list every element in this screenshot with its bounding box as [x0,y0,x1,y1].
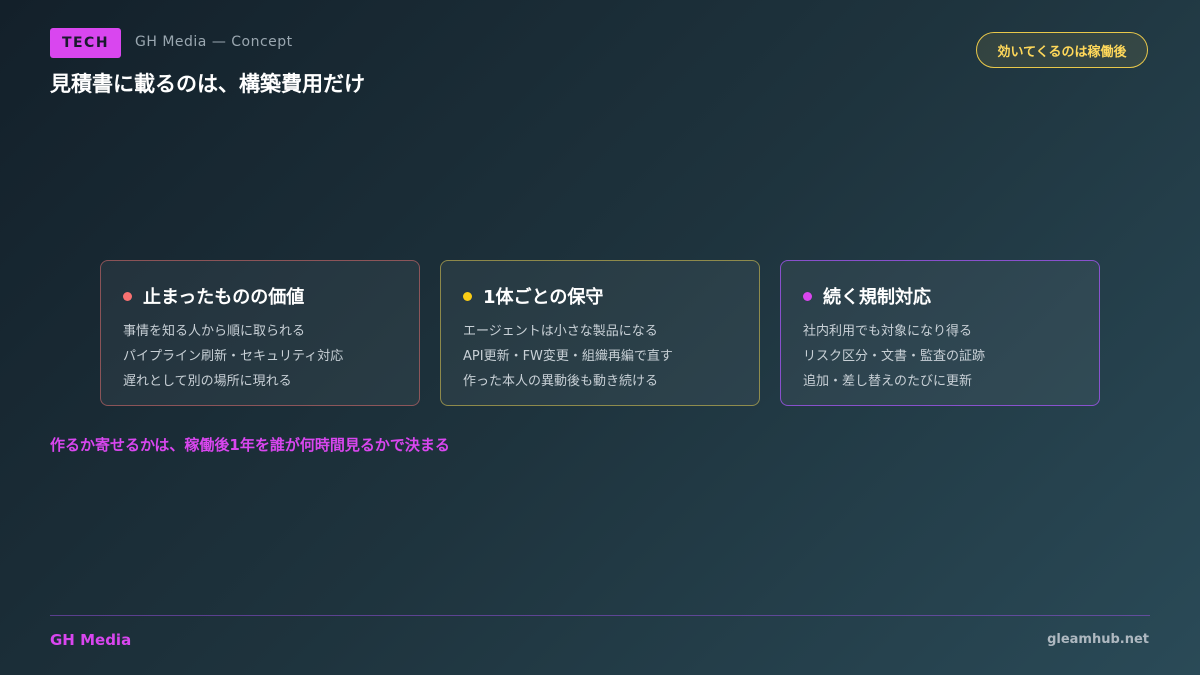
card-row: 止まったものの価値 事情を知る人から順に取られる パイプライン刷新・セキュリティ… [100,260,1100,406]
card-line: 追加・差し替えのたびに更新 [803,374,973,389]
card-line: リスク区分・文書・監査の証跡 [803,349,986,364]
footer-brand: GH Media [50,631,132,649]
bullet-dot-icon [123,291,132,301]
bullet-dot-icon [803,291,812,301]
category-tag: TECH [50,28,121,58]
card-title: 1体ごとの保守 [463,283,737,309]
footer-url: gleamhub.net [1047,632,1149,647]
tagline: 作るか寄せるかは、稼働後1年を誰が何時間見るかで決まる [50,436,450,454]
card-lines: エージェントは小さな製品になる API更新・FW変更・組織再編で直す 作った本人… [463,319,737,394]
card-lines: 社内利用でも対象になり得る リスク区分・文書・監査の証跡 追加・差し替えのたびに… [803,319,1077,394]
highlight-badge: 効いてくるのは稼働後 [976,32,1148,68]
card-title-text: 1体ごとの保守 [483,287,604,308]
card-stopped-value: 止まったものの価値 事情を知る人から順に取られる パイプライン刷新・セキュリティ… [100,260,420,406]
card-line: API更新・FW変更・組織再編で直す [463,349,673,364]
card-per-agent-maintenance: 1体ごとの保守 エージェントは小さな製品になる API更新・FW変更・組織再編で… [440,260,760,406]
brand-subtitle: GH Media — Concept [135,34,293,50]
card-title-text: 続く規制対応 [823,287,931,308]
bullet-dot-icon [463,291,472,301]
card-lines: 事情を知る人から順に取られる パイプライン刷新・セキュリティ対応 遅れとして別の… [123,319,397,394]
footer-divider [50,615,1150,616]
page-title: 見積書に載るのは、構築費用だけ [50,72,365,96]
card-line: 社内利用でも対象になり得る [803,324,973,339]
card-title: 続く規制対応 [803,283,1077,309]
card-title-text: 止まったものの価値 [143,287,305,308]
card-line: エージェントは小さな製品になる [463,324,658,339]
card-line: パイプライン刷新・セキュリティ対応 [123,349,344,364]
card-ongoing-compliance: 続く規制対応 社内利用でも対象になり得る リスク区分・文書・監査の証跡 追加・差… [780,260,1100,406]
card-line: 遅れとして別の場所に現れる [123,374,292,389]
card-line: 事情を知る人から順に取られる [123,324,306,339]
card-line: 作った本人の異動後も動き続ける [463,374,659,389]
card-title: 止まったものの価値 [123,283,397,309]
